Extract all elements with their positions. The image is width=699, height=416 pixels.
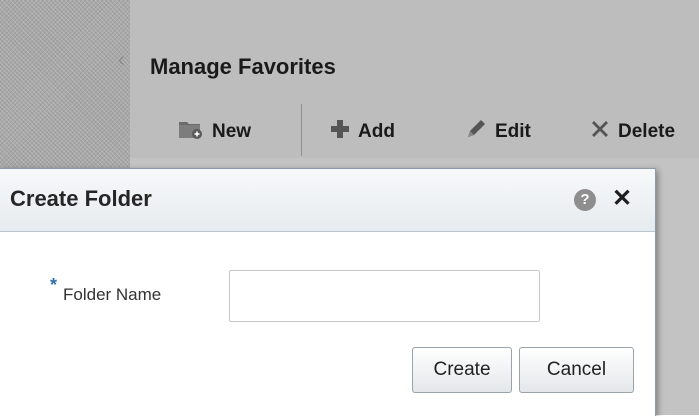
edit-label: Edit bbox=[495, 121, 531, 142]
dialog-header: Create Folder ? ✕ bbox=[0, 169, 655, 232]
folder-name-label: Folder Name bbox=[63, 285, 162, 304]
delete-label: Delete bbox=[618, 121, 676, 142]
edit-button[interactable]: Edit bbox=[465, 112, 531, 152]
new-label: New bbox=[212, 121, 252, 142]
create-folder-dialog: Create Folder ? ✕ * Folder Name Create C… bbox=[0, 168, 656, 416]
help-icon[interactable]: ? bbox=[574, 189, 596, 211]
cancel-button[interactable]: Cancel bbox=[519, 347, 634, 393]
delete-button[interactable]: Delete bbox=[590, 112, 675, 152]
x-icon bbox=[590, 119, 610, 145]
toolbar-separator bbox=[301, 104, 302, 156]
chevron-left-icon[interactable]: ‹ bbox=[118, 50, 132, 70]
new-folder-icon bbox=[178, 119, 204, 145]
add-button[interactable]: Add bbox=[330, 112, 395, 152]
favorites-toolbar: New Add Edit Delete bbox=[178, 104, 699, 156]
folder-name-input[interactable] bbox=[229, 270, 540, 322]
create-button[interactable]: Create bbox=[412, 347, 512, 393]
dialog-title: Create Folder bbox=[10, 186, 152, 211]
close-icon[interactable]: ✕ bbox=[610, 184, 634, 214]
pencil-icon bbox=[465, 118, 487, 146]
page-title: Manage Favorites bbox=[150, 54, 336, 79]
required-marker: * bbox=[50, 275, 58, 295]
plus-icon bbox=[330, 119, 350, 145]
add-label: Add bbox=[358, 121, 395, 142]
new-button[interactable]: New bbox=[178, 112, 251, 152]
